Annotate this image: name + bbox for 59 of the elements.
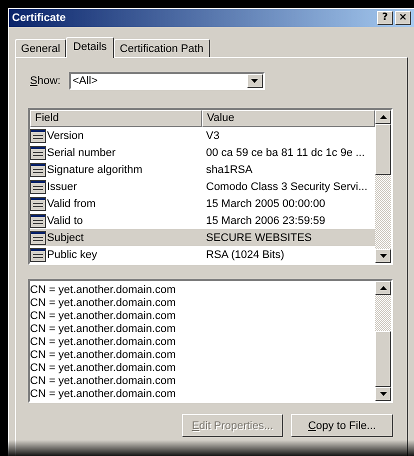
show-dropdown[interactable]: <All> xyxy=(68,72,265,90)
close-button[interactable]: × xyxy=(395,11,411,25)
field-value: sha1RSA xyxy=(205,164,254,176)
tab[interactable]: Certification Path xyxy=(114,39,210,57)
scroll-down-button[interactable] xyxy=(375,249,391,263)
field-name: Issuer xyxy=(47,180,77,192)
text-scrollbar[interactable] xyxy=(375,281,391,401)
scroll-down-button[interactable] xyxy=(375,387,391,401)
column-header[interactable]: Value xyxy=(202,110,375,127)
certificate-field-icon xyxy=(30,180,46,194)
tab[interactable]: Details xyxy=(66,37,114,58)
field-value: 15 March 2006 23:59:59 xyxy=(205,214,326,226)
value-line: CN = yet.another.domain.com xyxy=(30,349,177,362)
value-line: CN = yet.another.domain.com xyxy=(30,323,177,336)
certificate-field-icon xyxy=(30,248,46,262)
copy-to-file-button[interactable]: Copy to File... xyxy=(291,414,393,437)
scroll-thumb[interactable] xyxy=(375,331,391,387)
scroll-thumb[interactable] xyxy=(375,124,391,175)
down-arrow-icon xyxy=(380,392,386,396)
field-name: Subject xyxy=(47,232,84,244)
field-name: Valid from xyxy=(47,198,96,210)
up-arrow-icon xyxy=(380,115,386,119)
certificate-field-icon xyxy=(30,230,46,244)
show-label: Show: xyxy=(30,75,61,87)
column-header[interactable]: Field xyxy=(30,110,202,127)
field-name: Serial number xyxy=(47,146,116,158)
value-line: CN = yet.another.domain.com xyxy=(30,310,177,323)
list-scrollbar[interactable] xyxy=(375,110,391,263)
field-value: 15 March 2005 00:00:00 xyxy=(205,198,326,210)
value-line: CN = yet.another.domain.com xyxy=(30,388,177,401)
list-row[interactable]: Subject SECURE WEBSITES xyxy=(30,229,375,246)
field-name: Version xyxy=(47,130,84,142)
certificate-field-icon xyxy=(30,162,46,176)
help-button[interactable]: ? xyxy=(377,11,393,25)
value-line: CN = yet.another.domain.com xyxy=(30,336,177,349)
tab[interactable]: General xyxy=(15,39,66,57)
down-arrow-icon xyxy=(251,79,258,83)
certificate-field-icon xyxy=(30,146,46,160)
field-value: Comodo Class 3 Security Servi... xyxy=(205,180,368,192)
scroll-up-button[interactable] xyxy=(375,281,391,295)
scroll-up-button[interactable] xyxy=(375,110,391,124)
down-arrow-icon xyxy=(380,254,386,258)
certificate-field-icon xyxy=(30,128,46,142)
field-value: V3 xyxy=(205,130,220,142)
certificate-field-icon xyxy=(30,214,46,228)
field-name: Public key xyxy=(47,248,98,260)
field-name: Signature algorithm xyxy=(47,164,142,176)
field-value: SECURE WEBSITES xyxy=(205,232,313,244)
field-name: Valid to xyxy=(47,214,83,226)
value-line: CN = yet.another.domain.com xyxy=(30,284,177,297)
window-title: Certificate xyxy=(12,12,66,24)
certificate-field-icon xyxy=(30,196,46,210)
value-line: CN = yet.another.domain.com xyxy=(30,375,177,388)
up-arrow-icon xyxy=(380,286,386,290)
value-line: CN = yet.another.domain.com xyxy=(30,362,177,375)
value-line: CN = yet.another.domain.com xyxy=(30,297,177,310)
field-value: 00 ca 59 ce ba 81 11 dc 1c 9e ... xyxy=(205,146,366,158)
field-value: RSA (1024 Bits) xyxy=(205,248,286,260)
dropdown-button[interactable] xyxy=(246,74,263,88)
